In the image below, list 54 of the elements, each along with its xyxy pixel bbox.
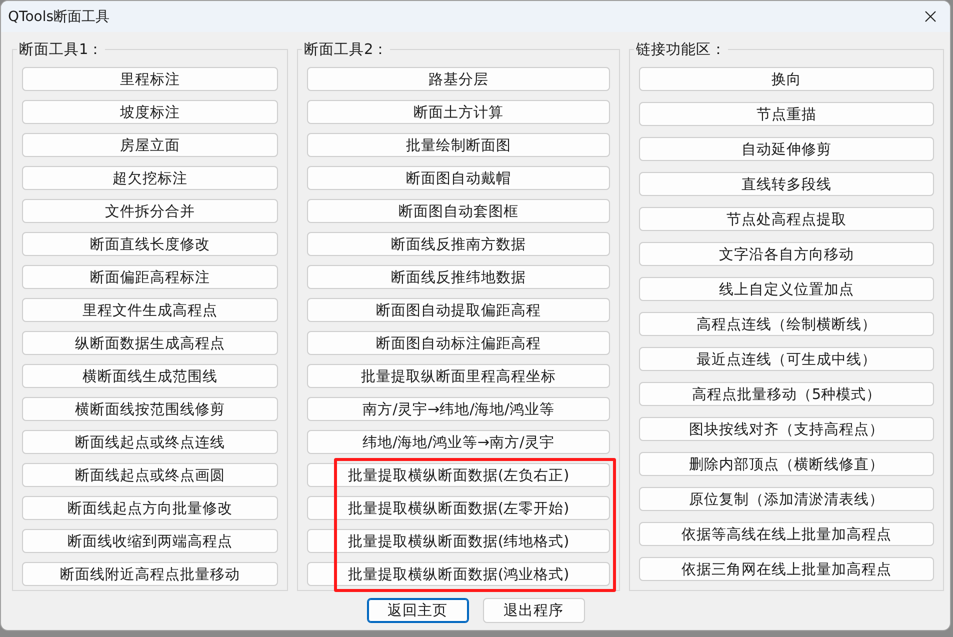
close-icon [924, 11, 936, 22]
tool-button[interactable]: 横断面线按范围线修剪 [22, 397, 278, 421]
tool-button[interactable]: 换向 [639, 67, 934, 91]
tool-button[interactable]: 断面图自动戴帽 [307, 166, 610, 190]
tool-button[interactable]: 断面线起点或终点连线 [22, 430, 278, 454]
tool-button[interactable]: 批量提取横纵断面数据(鸿业格式) [307, 562, 610, 586]
tool-button[interactable]: 断面直线长度修改 [22, 232, 278, 256]
tool-button[interactable]: 断面线反推纬地数据 [307, 265, 610, 289]
tool-button[interactable]: 坡度标注 [22, 100, 278, 124]
tool-button[interactable]: 高程点连线（绘制横断线） [639, 312, 934, 336]
group-label: 断面工具1： [18, 41, 104, 59]
tool-button[interactable]: 断面线收缩到两端高程点 [22, 529, 278, 553]
footer-button[interactable]: 退出程序 [482, 598, 584, 623]
tool-button[interactable]: 纬地/海地/鸿业等→南方/灵宇 [307, 430, 610, 454]
tool-button[interactable]: 批量提取横纵断面数据(左零开始) [307, 496, 610, 520]
tool-button[interactable]: 线上自定义位置加点 [639, 277, 934, 301]
tool-button[interactable]: 文字沿各自方向移动 [639, 242, 934, 266]
tool-button[interactable]: 高程点批量移动（5种模式） [639, 382, 934, 406]
tool-button[interactable]: 断面线起点方向批量修改 [22, 496, 278, 520]
tool-button[interactable]: 断面偏距高程标注 [22, 265, 278, 289]
tool-button[interactable]: 断面土方计算 [307, 100, 610, 124]
tool-button[interactable]: 原位复制（添加清淤清表线） [639, 487, 934, 511]
tool-button[interactable]: 文件拆分合并 [22, 199, 278, 223]
tool-button[interactable]: 纵断面数据生成高程点 [22, 331, 278, 355]
tool-button[interactable]: 断面图自动标注偏距高程 [307, 331, 610, 355]
tool-button[interactable]: 断面线附近高程点批量移动 [22, 562, 278, 586]
tool-button[interactable]: 里程标注 [22, 67, 278, 91]
tool-button[interactable]: 批量绘制断面图 [307, 133, 610, 157]
tool-button[interactable]: 南方/灵宇→纬地/海地/鸿业等 [307, 397, 610, 421]
tool-button[interactable]: 节点重描 [639, 102, 934, 126]
tool-button[interactable]: 图块按线对齐（支持高程点） [639, 417, 934, 441]
tool-button[interactable]: 批量提取纵断面里程高程坐标 [307, 364, 610, 388]
tool-button[interactable]: 断面图自动提取偏距高程 [307, 298, 610, 322]
tool-button[interactable]: 批量提取横纵断面数据(左负右正) [307, 463, 610, 487]
tool-button[interactable]: 房屋立面 [22, 133, 278, 157]
tool-button[interactable]: 最近点连线（可生成中线） [639, 347, 934, 371]
footer-button[interactable]: 返回主页 [366, 598, 468, 623]
tool-button[interactable]: 节点处高程点提取 [639, 207, 934, 231]
tool-button[interactable]: 断面图自动套图框 [307, 199, 610, 223]
tool-button[interactable]: 直线转多段线 [639, 172, 934, 196]
tool-button[interactable]: 里程文件生成高程点 [22, 298, 278, 322]
tool-button[interactable]: 依据三角网在线上批量加高程点 [639, 557, 934, 581]
tool-button[interactable]: 删除内部顶点（横断线修直） [639, 452, 934, 476]
tool-button[interactable]: 断面线反推南方数据 [307, 232, 610, 256]
tool-button[interactable]: 超欠挖标注 [22, 166, 278, 190]
tool-button[interactable]: 自动延伸修剪 [639, 137, 934, 161]
tool-button[interactable]: 批量提取横纵断面数据(纬地格式) [307, 529, 610, 553]
tool-button[interactable]: 依据等高线在线上批量加高程点 [639, 522, 934, 546]
tool-button[interactable]: 横断面线生成范围线 [22, 364, 278, 388]
window-title: QTools断面工具 [7, 8, 111, 26]
group-label: 断面工具2： [303, 41, 390, 59]
tool-button[interactable]: 路基分层 [307, 67, 610, 91]
tool-button[interactable]: 断面线起点或终点画圆 [22, 463, 278, 487]
group-label: 链接功能区： [635, 41, 727, 59]
